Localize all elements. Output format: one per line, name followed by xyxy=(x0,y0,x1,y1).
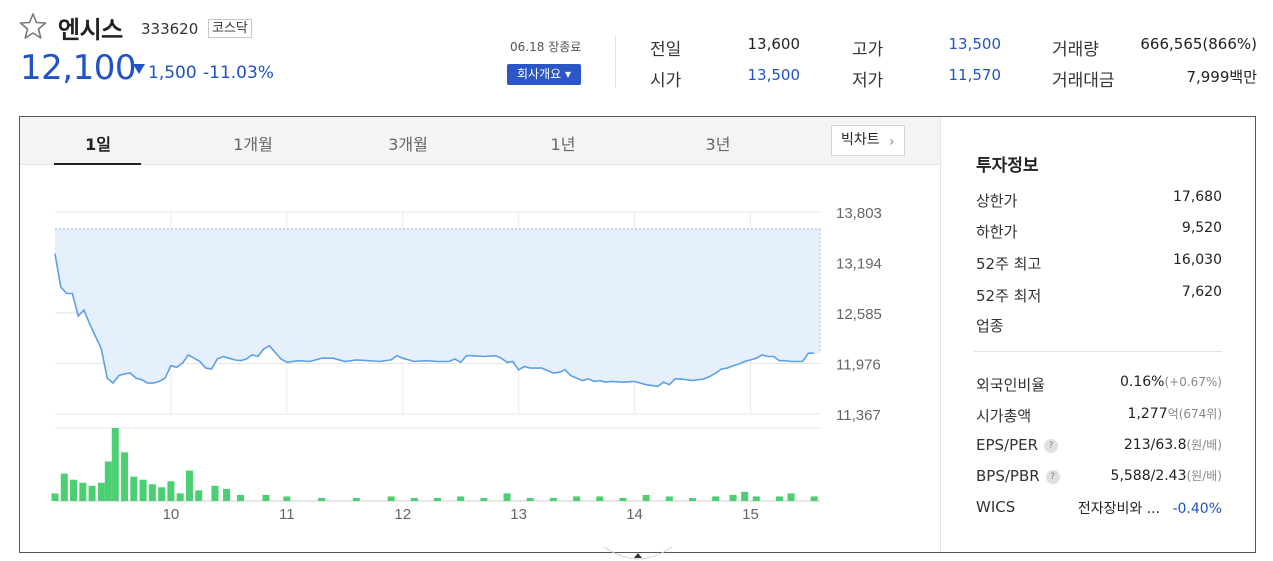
volume-bar xyxy=(176,493,184,501)
upper-limit-value: 17,680 xyxy=(1173,189,1222,205)
wics-sector[interactable]: 전자장비와 ... xyxy=(1078,501,1160,517)
market-cap-value: 1,277억(674위) xyxy=(1128,405,1222,422)
wics-label: WICS xyxy=(976,498,1016,516)
foreign-ratio-sub: (+0.67%) xyxy=(1164,375,1222,389)
52wk-low-label: 52주 최저 xyxy=(976,287,1042,305)
volume-bar xyxy=(352,497,360,501)
volume-bar xyxy=(503,493,511,501)
y-axis-ticks: 13,803 13,194 12,585 11,976 11,367 xyxy=(836,205,882,424)
market-cap-rank: (674위) xyxy=(1178,407,1222,421)
x-tick-label: 13 xyxy=(510,506,527,523)
volume-bar xyxy=(642,494,650,501)
eps-per-main: 213/63.8 xyxy=(1123,437,1187,453)
collapse-toggle-icon[interactable] xyxy=(602,545,674,561)
lower-limit-value: 9,520 xyxy=(1181,220,1222,236)
eps-per-value: 213/63.8(원/배) xyxy=(1124,436,1222,453)
investment-info-title: 투자정보 xyxy=(976,156,1039,176)
bps-pbr-unit: (원/배) xyxy=(1186,469,1223,483)
market-cap-label: 시가총액 xyxy=(976,407,1032,425)
eps-per-label: EPS/PER? xyxy=(976,436,1059,454)
y-tick-label: 12,585 xyxy=(836,306,882,323)
volume-bar xyxy=(283,496,291,501)
eps-per-label-text: EPS/PER xyxy=(976,436,1039,454)
52wk-low-value: 7,620 xyxy=(1181,284,1222,300)
volume-bar xyxy=(185,470,193,501)
info-separator xyxy=(974,351,1222,352)
volume-bar xyxy=(457,496,465,501)
volume-bar xyxy=(121,452,129,501)
y-tick-label: 11,976 xyxy=(836,357,881,374)
volume-bar xyxy=(97,482,105,501)
volume-bar xyxy=(262,494,270,501)
volume-bar xyxy=(619,497,627,501)
volume-bar xyxy=(741,491,749,501)
volume-bar xyxy=(195,490,203,501)
volume-bar xyxy=(596,496,604,501)
x-tick-label: 14 xyxy=(626,506,643,523)
volume-bar xyxy=(70,479,78,501)
wics-change: -0.40% xyxy=(1172,501,1222,517)
volume-bar xyxy=(434,497,441,501)
volume-bar xyxy=(549,497,557,501)
volume-bar xyxy=(729,494,737,501)
x-tick-label: 11 xyxy=(279,506,295,523)
bps-pbr-value: 5,588/2.43(원/배) xyxy=(1111,467,1222,484)
foreign-ratio-value: 0.16%(+0.67%) xyxy=(1120,374,1222,390)
volume-bar xyxy=(387,496,395,501)
volume-bar xyxy=(665,496,673,501)
foreign-ratio-label: 외국인비율 xyxy=(976,376,1046,394)
y-tick-label: 13,194 xyxy=(836,256,882,273)
eps-per-unit: (원/배) xyxy=(1186,438,1223,452)
y-tick-label: 11,367 xyxy=(836,407,881,424)
price-area-fill xyxy=(55,228,820,387)
bps-pbr-main: 5,588/2.43 xyxy=(1110,468,1187,484)
volume-bar xyxy=(223,488,231,501)
volume-bar xyxy=(318,497,326,501)
volume-bar xyxy=(236,494,244,501)
volume-bar xyxy=(689,497,696,501)
volume-bar xyxy=(526,497,534,501)
volume-bar xyxy=(60,473,68,501)
52wk-high-label: 52주 최고 xyxy=(976,255,1042,273)
volume-bar xyxy=(410,497,418,501)
volume-bar xyxy=(158,487,166,501)
lower-limit-label: 하한가 xyxy=(976,223,1018,241)
volume-bar xyxy=(139,479,147,501)
help-icon[interactable]: ? xyxy=(1044,439,1059,453)
volume-bar xyxy=(712,496,720,501)
x-axis-ticks: 10 11 12 13 14 15 xyxy=(163,506,759,523)
volume-bar xyxy=(130,476,138,501)
volume-bars xyxy=(51,428,818,501)
x-tick-label: 15 xyxy=(742,506,759,523)
industry-label: 업종 xyxy=(976,317,1004,335)
upper-limit-label: 상한가 xyxy=(976,192,1018,210)
bps-pbr-label: BPS/PBR? xyxy=(976,467,1060,485)
volume-bar xyxy=(480,497,488,501)
wics-value[interactable]: 전자장비와 ... -0.40% xyxy=(1078,498,1222,518)
x-tick-label: 10 xyxy=(163,506,180,523)
help-icon[interactable]: ? xyxy=(1045,470,1060,484)
market-cap-unit: 억 xyxy=(1167,407,1179,421)
volume-bar xyxy=(573,496,581,501)
volume-bar xyxy=(167,481,175,501)
price-chart[interactable]: 13,80313,19412,58511,97611,367 10 11 12 13 1… xyxy=(0,0,1273,561)
volume-bar xyxy=(79,482,87,501)
x-tick-label: 12 xyxy=(394,506,411,523)
volume-bar xyxy=(148,484,156,501)
y-tick-label: 13,803 xyxy=(836,205,882,222)
market-cap-main: 1,277 xyxy=(1127,406,1168,422)
volume-bar xyxy=(104,461,112,501)
volume-bar xyxy=(51,493,59,501)
volume-bar xyxy=(775,496,783,501)
bps-pbr-label-text: BPS/PBR xyxy=(976,467,1040,485)
52wk-high-value: 16,030 xyxy=(1173,252,1222,268)
foreign-ratio-main: 0.16% xyxy=(1119,374,1165,390)
volume-bar xyxy=(752,496,760,501)
volume-bar xyxy=(88,485,96,501)
volume-bar xyxy=(211,485,219,501)
volume-bar xyxy=(787,493,795,501)
volume-bar xyxy=(810,496,818,501)
volume-bar xyxy=(111,428,119,501)
